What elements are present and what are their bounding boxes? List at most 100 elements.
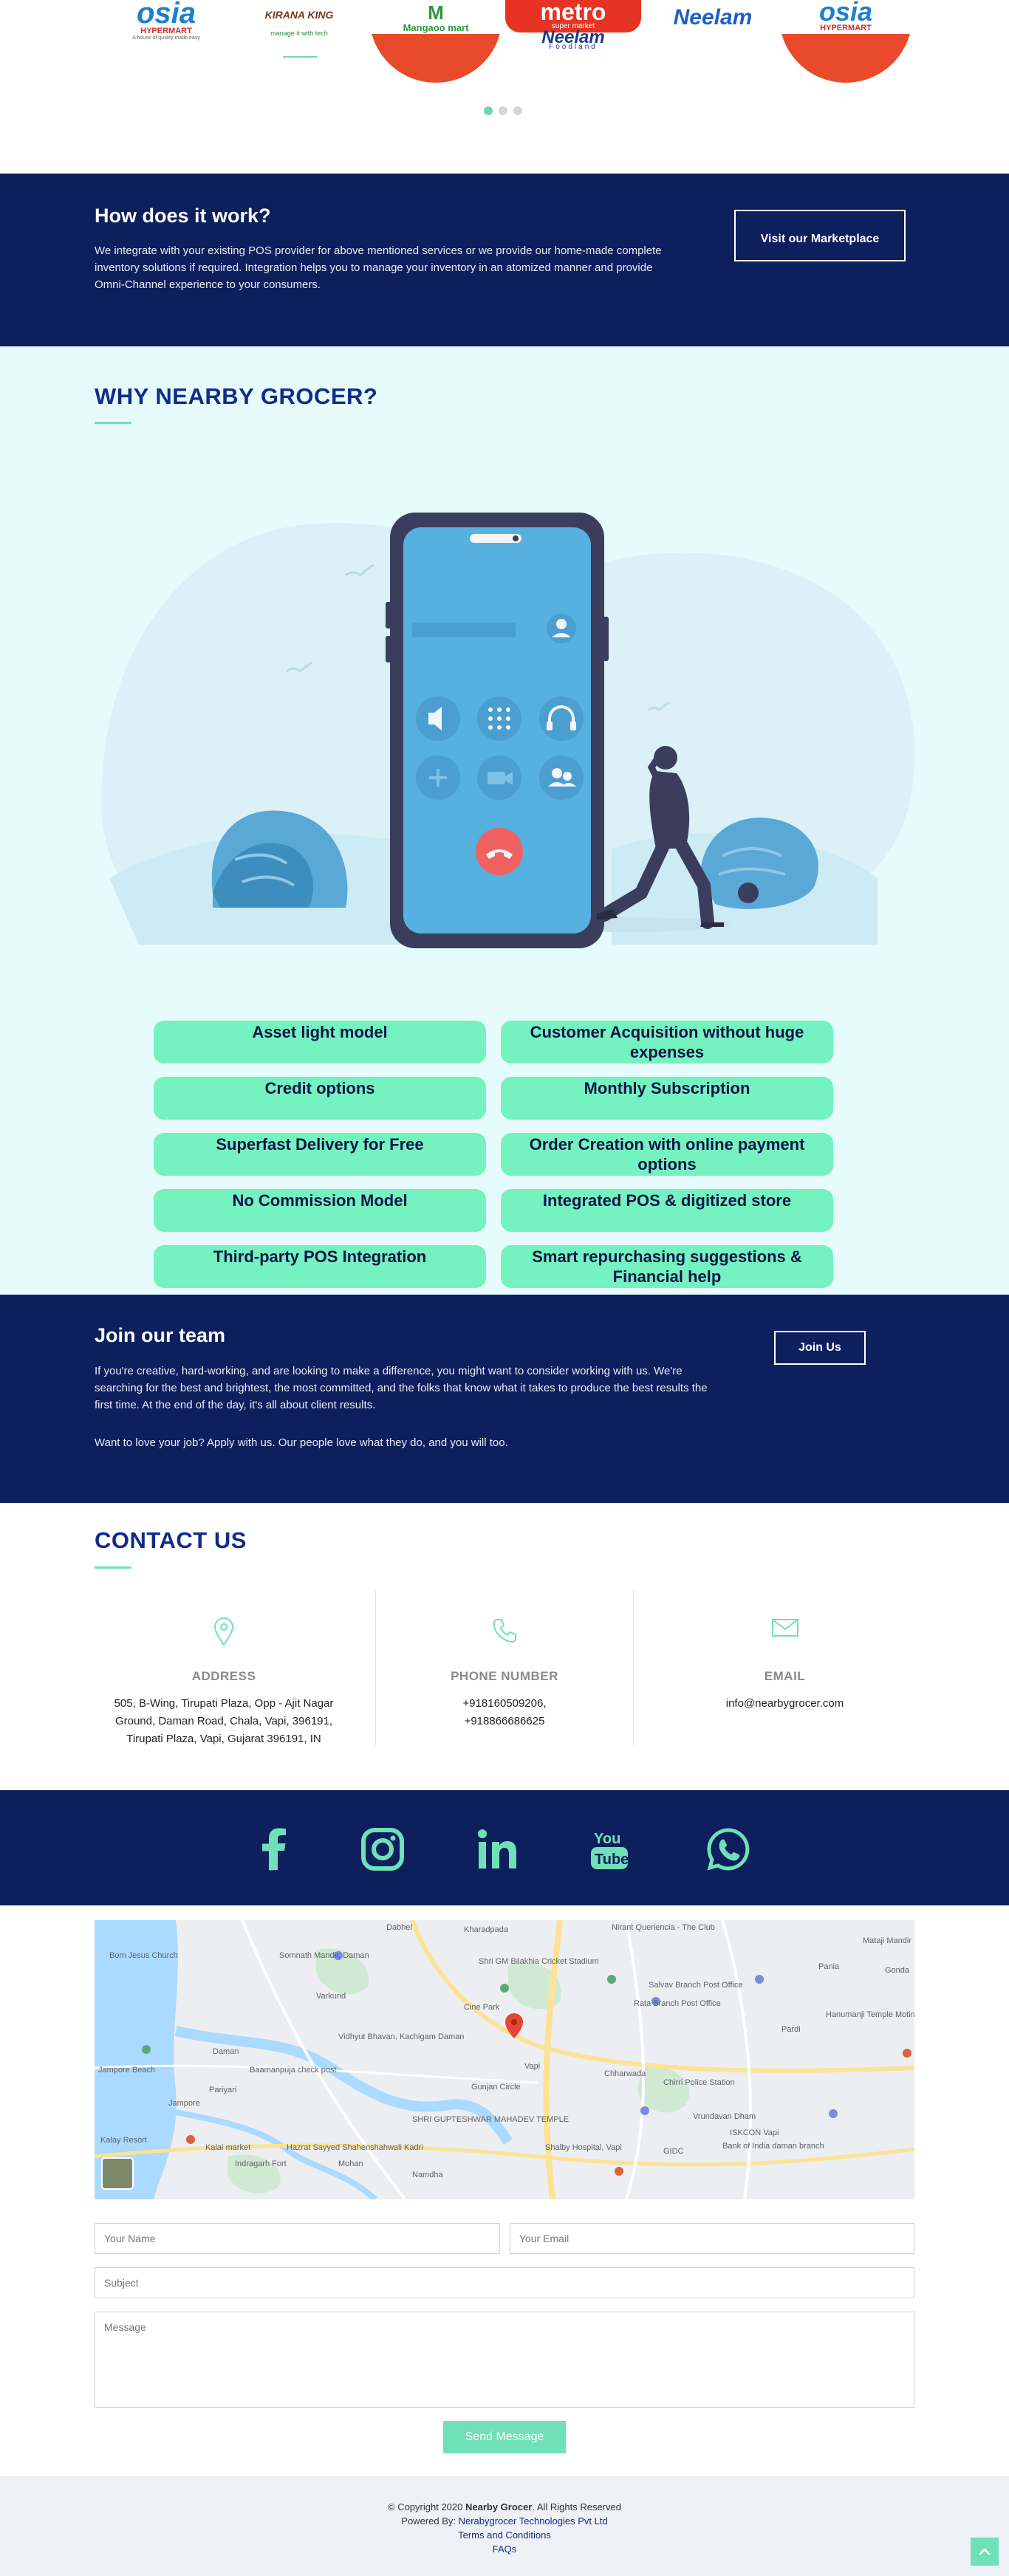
youtube-icon[interactable]: You Tube [588, 1824, 638, 1874]
send-message-button[interactable]: Send Message [443, 2421, 566, 2453]
map-label: Cine Park [464, 2003, 500, 2012]
name-input[interactable] [95, 2223, 500, 2254]
contact-section: CONTACT US ADDRESS 505, B-Wing, Tirupati… [0, 1503, 1009, 1790]
message-textarea[interactable] [95, 2312, 914, 2408]
brand-logo-neelam[interactable]: Neelam [657, 0, 768, 44]
map-label: Somnath Mandir, Daman [279, 1951, 369, 1960]
map-label: ISKCON Vapi [730, 2128, 779, 2137]
social-links-bar: You Tube [0, 1790, 1009, 1905]
join-description: If you're creative, hard-working, and ar… [95, 1365, 708, 1411]
svg-text:Tube: Tube [595, 1852, 629, 1868]
map-label: Varkund [316, 1992, 346, 2001]
map-label: Chirri Police Station [663, 2078, 735, 2087]
contact-form: Send Message [0, 2208, 1009, 2474]
brand-logo-metro[interactable]: metro super market Neelam Foodland [505, 0, 641, 51]
map-label: Mohan [338, 2159, 363, 2168]
map-label: Shalby Hospital, Vapi [545, 2143, 622, 2152]
svg-text:You: You [594, 1831, 620, 1847]
contact-divider-2 [633, 1590, 634, 1745]
carousel-dots [484, 106, 522, 115]
map-label: Namdha [412, 2171, 443, 2179]
carousel-dot-2[interactable] [499, 106, 507, 115]
faqs-link[interactable]: FAQs [493, 2544, 517, 2555]
carousel-underline [283, 56, 317, 58]
phone-number-2[interactable]: +918866686625 [377, 1713, 632, 1730]
map-label: Pania [818, 1962, 840, 1971]
map-label: Gunjan Circle [471, 2083, 521, 2092]
map-label: Mataji Mandir [863, 1936, 911, 1945]
contact-title-underline [95, 1566, 131, 1569]
how-description: We integrate with your existing POS prov… [95, 244, 662, 291]
carousel-dot-3[interactable] [513, 106, 522, 115]
join-tagline: Want to love your job? Apply with us. Ou… [95, 1436, 508, 1449]
terms-link[interactable]: Terms and Conditions [458, 2529, 551, 2541]
feature-third-party-pos: Third-party POS Integration [154, 1245, 486, 1288]
feature-monthly-subscription: Monthly Subscription [501, 1077, 833, 1120]
back-to-top-button[interactable] [971, 2538, 999, 2566]
map-label: Indragarh Fort [235, 2159, 287, 2168]
linkedin-icon[interactable] [473, 1824, 523, 1874]
powered-by-line: Powered By: Nerabygrocer Technologies Pv… [401, 2515, 608, 2527]
contact-email: EMAIL info@nearbygrocer.com [635, 1590, 934, 1745]
map-label: Gonda [885, 1966, 910, 1975]
map-label: Daman [213, 2047, 239, 2056]
why-title: WHY NEARBY GROCER? [95, 383, 378, 409]
whatsapp-icon[interactable] [703, 1824, 753, 1874]
brand-logo-osia-2[interactable]: osia HYPERMART [779, 0, 912, 83]
map-label: Kalai market [205, 2143, 250, 2152]
brand-carousel: osia HYPERMART A house of quality made e… [0, 0, 1009, 174]
feature-smart-repurchasing: Smart repurchasing suggestions & Financi… [501, 1245, 833, 1288]
facebook-icon[interactable] [250, 1824, 300, 1874]
why-section: WHY NEARBY GROCER? Asset light model Cus… [0, 346, 1009, 1295]
contact-divider-1 [375, 1590, 376, 1745]
join-team-section: Join our team If you're creative, hard-w… [0, 1295, 1009, 1503]
feature-no-commission: No Commission Model [154, 1189, 486, 1232]
carousel-dot-1[interactable] [484, 106, 493, 115]
map-label: Vapi [524, 2062, 540, 2071]
feature-superfast-delivery: Superfast Delivery for Free [154, 1133, 486, 1176]
powered-by-link[interactable]: Nerabygrocer Technologies Pvt Ltd [459, 2515, 608, 2527]
map-label: Chharwada [604, 2069, 646, 2078]
map-label: Baamanpuja check post [250, 2066, 336, 2075]
feature-credit-options: Credit options [154, 1077, 486, 1120]
site-footer: © Copyright 2020 Nearby Grocer. All Righ… [0, 2476, 1009, 2576]
phone-number-1[interactable]: +918160509206, [377, 1695, 632, 1713]
visit-marketplace-button[interactable]: Visit our Marketplace [734, 210, 906, 261]
contact-title: CONTACT US [95, 1527, 247, 1553]
map-label: Pardi [781, 2025, 801, 2034]
map-canvas: Bom Jesus Church Somnath Mandir, Daman Shr… [95, 1920, 914, 2199]
location-pin-icon [213, 1617, 234, 1646]
how-it-works-section: How does it work? We integrate with your… [0, 174, 1009, 346]
join-title: Join our team [95, 1324, 226, 1346]
map-label: Nirant Queriencia - The Club [612, 1923, 715, 1932]
feature-customer-acquisition: Customer Acquisition without huge expens… [501, 1021, 833, 1063]
brand-logo-osia[interactable]: osia HYPERMART A house of quality made e… [118, 0, 214, 52]
envelope-icon [771, 1619, 798, 1637]
map-label: Vidhyut Bhavan, Kachigam Daman [338, 2032, 464, 2041]
map-label: GIDC [663, 2147, 684, 2156]
map-label: SHRI GUPTESHWAR MAHADEV TEMPLE [412, 2115, 569, 2124]
map-label: Hazrat Sayyed Shahenshahwali Kadri [287, 2143, 423, 2152]
copyright-line: © Copyright 2020 Nearby Grocer. All Righ… [388, 2501, 621, 2512]
map-label: Pariyari [209, 2086, 236, 2094]
brand-logo-kirana-king[interactable]: KIRANA KING manage it with tech [251, 0, 347, 59]
subject-input[interactable] [95, 2267, 914, 2298]
map-label: Vrundavan Dham [693, 2112, 756, 2121]
map-label: Bom Jesus Church [109, 1951, 178, 1960]
instagram-icon[interactable] [358, 1824, 408, 1874]
map-label: Kalay Resort [100, 2136, 147, 2145]
email-address[interactable]: info@nearbygrocer.com [635, 1695, 934, 1713]
google-map[interactable]: Bom Jesus Church Somnath Mandir, Daman Shr… [95, 1920, 914, 2199]
contact-phone: PHONE NUMBER +918160509206, +91886668662… [377, 1590, 632, 1745]
map-label: Shri GM Bilakhia Cricket Stadium [479, 1957, 599, 1966]
map-label: Bank of India daman branch [722, 2142, 824, 2151]
phone-call-illustration [101, 513, 915, 948]
map-label: Jampore Beach [98, 2066, 155, 2075]
contact-address: ADDRESS 505, B-Wing, Tirupati Plaza, Opp… [95, 1590, 353, 1745]
feature-integrated-pos: Integrated POS & digitized store [501, 1189, 833, 1232]
join-us-button[interactable]: Join Us [774, 1331, 866, 1365]
email-input[interactable] [510, 2223, 914, 2254]
brand-logo-mangaoo[interactable]: M Mangaoo mart [369, 0, 502, 83]
map-label: Kharadpada [464, 1925, 509, 1934]
map-label: Dabhel [386, 1923, 412, 1932]
